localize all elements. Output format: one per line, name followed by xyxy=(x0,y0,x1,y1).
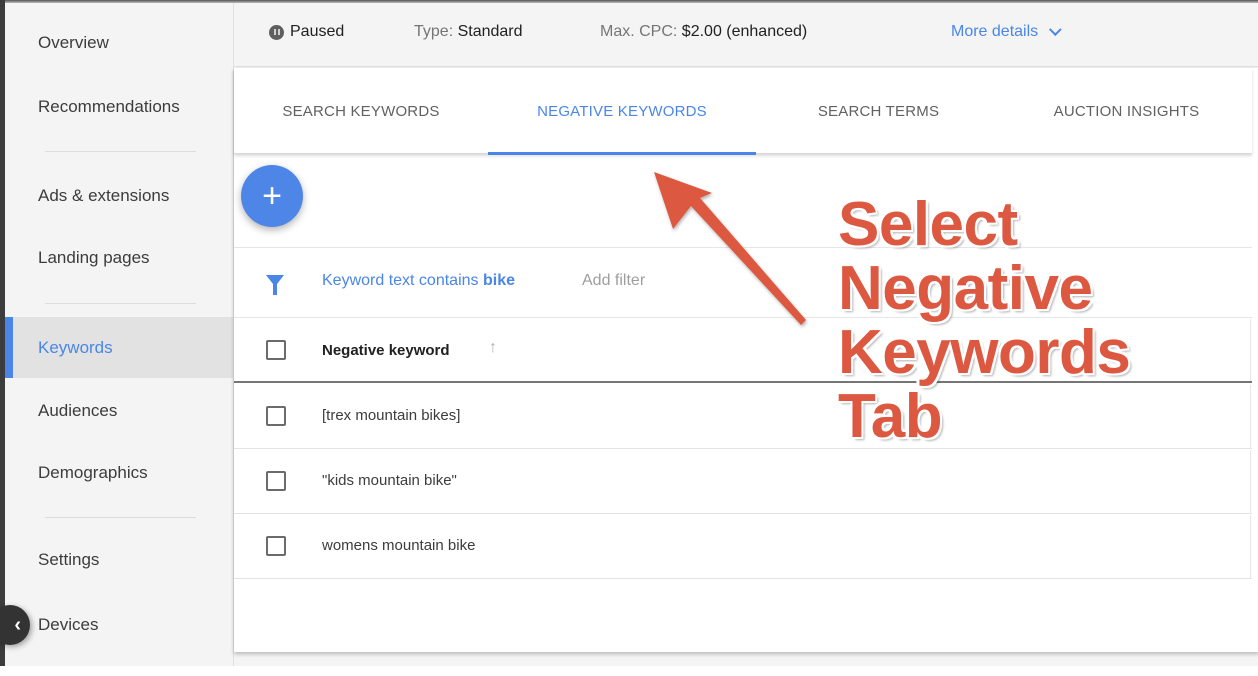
column-header-negative-keyword[interactable]: Negative keyword xyxy=(322,342,450,359)
sidebar-item-demographics[interactable]: Demographics xyxy=(5,445,233,501)
more-details-link[interactable]: More details xyxy=(951,22,1062,41)
tab-label: AUCTION INSIGHTS xyxy=(1053,102,1200,120)
nav-divider xyxy=(45,303,196,304)
pause-circle-icon xyxy=(269,24,284,40)
filter-value: bike xyxy=(482,272,515,289)
tab-label: NEGATIVE KEYWORDS xyxy=(537,102,707,120)
filter-prefix: Keyword text contains xyxy=(322,272,479,289)
campaign-status-bar: Paused Type: Standard Max. CPC: $2.00 (e… xyxy=(234,3,1258,67)
row-checkbox[interactable] xyxy=(266,536,286,556)
plus-icon: + xyxy=(262,176,282,215)
annotation-line: Select xyxy=(838,190,1018,259)
sidebar-item-label: Landing pages xyxy=(38,248,150,267)
add-filter-button[interactable]: Add filter xyxy=(582,272,645,290)
nav-divider xyxy=(45,151,196,152)
sidebar-item-settings[interactable]: Settings xyxy=(5,532,233,588)
window-left-edge xyxy=(0,0,5,666)
add-negative-keyword-button[interactable]: + xyxy=(241,165,303,227)
column-divider xyxy=(1250,515,1251,579)
cpc-value: $2.00 (enhanced) xyxy=(681,23,808,40)
select-all-checkbox[interactable] xyxy=(266,340,286,360)
tab-search-keywords[interactable]: SEARCH KEYWORDS xyxy=(234,68,488,154)
table-row: womens mountain bike xyxy=(234,515,1252,579)
sidebar-item-label: Recommendations xyxy=(38,97,180,116)
column-divider xyxy=(1250,450,1251,514)
sidebar-item-label: Keywords xyxy=(38,337,113,357)
tab-auction-insights[interactable]: AUCTION INSIGHTS xyxy=(1001,68,1252,154)
filter-funnel-icon[interactable] xyxy=(266,275,284,295)
sidebar-nav: Overview Recommendations Ads & extension… xyxy=(5,3,233,666)
row-checkbox[interactable] xyxy=(266,406,286,426)
sidebar-item-label: Audiences xyxy=(38,401,118,420)
nav-divider xyxy=(45,517,196,518)
sidebar-item-label: Settings xyxy=(38,550,100,569)
keyword-cell[interactable]: womens mountain bike xyxy=(322,537,475,554)
sidebar-item-recommendations[interactable]: Recommendations xyxy=(5,79,233,135)
sidebar-item-label: Overview xyxy=(38,33,109,52)
campaign-type: Type: Standard xyxy=(414,23,523,41)
cpc-label: Max. CPC: xyxy=(600,23,678,40)
sidebar-item-keywords[interactable]: Keywords xyxy=(5,317,233,378)
active-filter-chip[interactable]: Keyword text contains bike xyxy=(322,272,515,290)
sidebar-item-overview[interactable]: Overview xyxy=(5,15,233,71)
annotation-line: Negative xyxy=(838,254,1093,323)
chevron-left-icon: ‹ xyxy=(14,613,21,636)
annotation-line: Keywords xyxy=(838,318,1131,387)
column-divider xyxy=(1250,385,1251,449)
sort-ascending-icon[interactable]: ↑ xyxy=(489,339,497,357)
sidebar-item-landing-pages[interactable]: Landing pages xyxy=(5,230,233,286)
sidebar-item-label: Devices xyxy=(38,615,99,634)
tab-search-terms[interactable]: SEARCH TERMS xyxy=(756,68,1001,154)
type-value: Standard xyxy=(457,23,523,40)
annotation-line: Tab xyxy=(838,382,943,451)
sidebar-item-devices[interactable]: Devices xyxy=(5,597,233,653)
keyword-tabs: SEARCH KEYWORDS NEGATIVE KEYWORDS SEARCH… xyxy=(234,68,1252,155)
more-details-label: More details xyxy=(951,23,1039,40)
column-divider xyxy=(1250,319,1251,381)
tab-label: SEARCH TERMS xyxy=(817,102,940,120)
max-cpc: Max. CPC: $2.00 (enhanced) xyxy=(600,23,807,41)
annotation-callout: Select Negative Keywords Tab xyxy=(838,190,1131,451)
sidebar-item-ads-extensions[interactable]: Ads & extensions xyxy=(5,168,233,224)
status-text: Paused xyxy=(290,23,345,40)
sidebar-item-audiences[interactable]: Audiences xyxy=(5,383,233,439)
table-row: "kids mountain bike" xyxy=(234,450,1252,514)
sidebar-item-label: Ads & extensions xyxy=(38,186,170,205)
tab-negative-keywords[interactable]: NEGATIVE KEYWORDS xyxy=(488,68,756,155)
sidebar-item-label: Demographics xyxy=(38,463,148,482)
row-checkbox[interactable] xyxy=(266,471,286,491)
type-label: Type: xyxy=(414,23,454,40)
tab-label: SEARCH KEYWORDS xyxy=(282,102,440,120)
chevron-down-icon xyxy=(1049,22,1062,36)
status-badge: Paused xyxy=(269,23,344,41)
keyword-cell[interactable]: "kids mountain bike" xyxy=(322,472,457,489)
keyword-cell[interactable]: [trex mountain bikes] xyxy=(322,407,460,424)
